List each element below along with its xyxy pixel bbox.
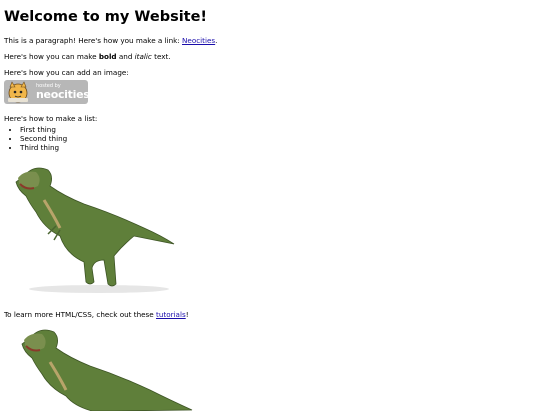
paragraph-image: Here's how you can add an image: (4, 68, 129, 78)
badge-neocities-text: neocities (36, 88, 88, 102)
formatting-post: text. (151, 52, 171, 62)
paragraph-formatting: Here's how you can make bold and italic … (4, 52, 534, 61)
hosted-by-neocities-badge: hosted by neocities (4, 80, 88, 105)
bold-text: bold (98, 52, 117, 62)
paragraph-link-text: This is a paragraph! Here's how you make… (4, 36, 183, 46)
thing-list: First thing Second thing Third thing (4, 125, 534, 152)
dinosaur-image (21, 330, 193, 411)
neocities-link[interactable]: Neocities (182, 36, 215, 45)
paragraph-tutorials: To learn more HTML/CSS, check out these … (4, 310, 534, 319)
tutorials-post: ! (185, 310, 189, 320)
italic-text: italic (134, 52, 152, 62)
list-item: Third thing (20, 143, 534, 152)
formatting-mid: and (116, 52, 135, 62)
tutorials-pre: To learn more HTML/CSS, check out these (4, 310, 157, 320)
dinosaur-image (15, 168, 175, 294)
paragraph-link-end: . (215, 36, 218, 46)
page-content: Welcome to my Website! This is a paragra… (4, 0, 534, 411)
page-title: Welcome to my Website! (4, 9, 208, 25)
paragraph-link: This is a paragraph! Here's how you make… (4, 36, 534, 45)
formatting-pre: Here's how you can make (4, 52, 99, 62)
tutorials-link[interactable]: tutorials (156, 310, 186, 319)
neocities-cat-icon (8, 81, 28, 103)
list-item: First thing (20, 125, 534, 134)
list-item: Second thing (20, 134, 534, 143)
paragraph-list: Here's how to make a list: (4, 114, 98, 124)
